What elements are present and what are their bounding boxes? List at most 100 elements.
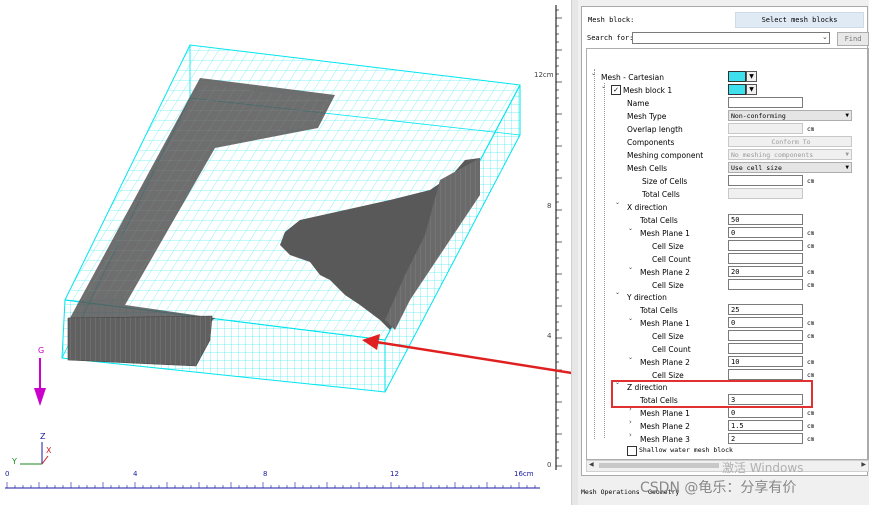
overlap-length-label: Overlap length (627, 125, 683, 134)
triad-z-label: Z (40, 432, 46, 441)
x-direction-label[interactable]: X direction (627, 203, 667, 212)
unit-cm: cm (807, 320, 815, 327)
y-mesh-plane-2-input[interactable]: 10 (728, 356, 803, 367)
y-total-cells-label: Total Cells (640, 306, 678, 315)
shallow-water-label: Shallow water mesh block (639, 446, 733, 454)
y-cell-size-2-input[interactable] (728, 369, 803, 380)
unit-cm: cm (807, 243, 815, 250)
size-of-cells-label: Size of Cells (642, 177, 688, 186)
y-total-cells-input[interactable]: 25 (728, 304, 803, 315)
expand-x-plane2-icon[interactable]: ⌄ (628, 264, 633, 271)
z-mesh-plane-2-input[interactable]: 1.5 (728, 420, 803, 431)
mesh-type-label: Mesh Type (627, 112, 667, 121)
mesh-type-select[interactable]: Non-conforming ▼ (728, 110, 852, 121)
tree-view: ⌄ Mesh - Cartesian ▼ ⌄ ✓ Mesh block 1 ▼ … (586, 48, 869, 460)
right-axis-label-8: 8 (547, 202, 552, 210)
shallow-water-checkbox[interactable] (627, 446, 637, 456)
gravity-label: G (38, 346, 45, 355)
mesh-block-label: Mesh block: (588, 16, 635, 24)
x-cell-count-input[interactable] (728, 253, 803, 264)
expand-y-plane1-icon[interactable]: ⌄ (628, 315, 633, 322)
size-of-cells-input[interactable] (728, 175, 803, 186)
x-cell-size-2-input[interactable] (728, 279, 803, 290)
3d-viewport[interactable]: G Z Y X 12cm 8 4 0 0 4 8 12 16cm (0, 0, 571, 505)
y-cell-size-2-label: Cell Size (652, 371, 684, 380)
scroll-right-icon[interactable]: ▶ (861, 461, 866, 468)
x-cell-size-input[interactable] (728, 240, 803, 251)
unit-cm: cm (807, 410, 815, 417)
unit-cm: cm (807, 359, 815, 366)
block-color-dropdown-icon[interactable]: ▼ (746, 84, 757, 95)
total-cells-label: Total Cells (642, 190, 680, 199)
right-axis-label-0: 0 (547, 461, 552, 469)
search-label: Search for: (587, 34, 634, 42)
mesh-properties-panel: Mesh block: Select mesh blocks Search fo… (578, 0, 869, 505)
expand-x-plane1-icon[interactable]: ⌄ (628, 225, 633, 232)
unit-cm: cm (807, 333, 815, 340)
y-mesh-plane-1-input[interactable]: 0 (728, 317, 803, 328)
components-label: Components (627, 138, 675, 147)
x-mesh-plane-2-input[interactable]: 20 (728, 266, 803, 277)
tree-root-label[interactable]: Mesh - Cartesian (601, 73, 664, 82)
find-button[interactable]: Find (837, 32, 869, 46)
z-mesh-plane-3-label[interactable]: Mesh Plane 3 (640, 435, 690, 444)
x-cell-size-2-label: Cell Size (652, 281, 684, 290)
y-cell-size-input[interactable] (728, 330, 803, 341)
tab-mesh-operations[interactable]: Mesh Operations (581, 488, 640, 496)
y-cell-count-label: Cell Count (652, 345, 691, 354)
scrollbar-thumb[interactable] (599, 463, 719, 468)
collapse-z-plane2-icon[interactable]: › (629, 418, 632, 426)
right-axis-label-4: 4 (547, 332, 552, 340)
scroll-left-icon[interactable]: ◀ (589, 461, 594, 468)
z-mesh-plane-1-label[interactable]: Mesh Plane 1 (640, 409, 690, 418)
unit-cm: cm (807, 178, 815, 185)
x-mesh-plane-2-label[interactable]: Mesh Plane 2 (640, 268, 690, 277)
root-color-swatch[interactable] (728, 71, 746, 82)
watermark-windows: 激活 Windows (722, 461, 804, 475)
expand-y-plane2-icon[interactable]: ⌄ (628, 354, 633, 361)
expand-block-icon[interactable]: ⌄ (601, 83, 606, 90)
meshing-component-select[interactable]: No meshing components ▼ (728, 149, 852, 160)
conform-to-button[interactable]: Conform To (728, 136, 852, 147)
mesh-cells-select[interactable]: Use cell size ▼ (728, 162, 852, 173)
x-total-cells-input[interactable]: 50 (728, 214, 803, 225)
expand-y-icon[interactable]: ⌄ (615, 289, 620, 296)
x-cell-count-label: Cell Count (652, 255, 691, 264)
x-mesh-plane-1-input[interactable]: 0 (728, 227, 803, 238)
root-color-dropdown-icon[interactable]: ▼ (746, 71, 757, 82)
mesh-cells-label: Mesh Cells (627, 164, 668, 173)
unit-cm: cm (807, 269, 815, 276)
x-cell-size-label: Cell Size (652, 242, 684, 251)
search-input[interactable] (632, 32, 830, 44)
name-input[interactable] (728, 97, 803, 108)
panel-content: Mesh block: Select mesh blocks Search fo… (581, 6, 869, 476)
expand-x-icon[interactable]: ⌄ (615, 199, 620, 206)
unit-cm: cm (807, 436, 815, 443)
collapse-z-plane3-icon[interactable]: › (629, 431, 632, 439)
mesh-block-label[interactable]: Mesh block 1 (623, 86, 672, 95)
watermark-csdn: CSDN @龟乐：分享有价 (640, 480, 797, 496)
unit-cm: cm (807, 282, 815, 289)
z-mesh-plane-1-input[interactable]: 0 (728, 407, 803, 418)
y-direction-label[interactable]: Y direction (627, 293, 667, 302)
overlap-length-input[interactable] (728, 123, 803, 134)
block-color-swatch[interactable] (728, 84, 746, 95)
bottom-axis-label-16: 16cm (514, 470, 534, 478)
select-mesh-blocks-button[interactable]: Select mesh blocks (735, 12, 864, 28)
bottom-axis-label-8: 8 (263, 470, 268, 478)
meshing-component-label: Meshing component (627, 151, 704, 160)
total-cells-readout (728, 188, 803, 199)
bottom-axis-label-0: 0 (5, 470, 10, 478)
y-cell-size-label: Cell Size (652, 332, 684, 341)
y-mesh-plane-2-label[interactable]: Mesh Plane 2 (640, 358, 690, 367)
y-mesh-plane-1-label[interactable]: Mesh Plane 1 (640, 319, 690, 328)
z-mesh-plane-3-input[interactable]: 2 (728, 433, 803, 444)
triad-y-label: Y (12, 457, 17, 466)
y-cell-count-input[interactable] (728, 343, 803, 354)
mesh-block-checkbox[interactable]: ✓ (611, 85, 621, 95)
x-mesh-plane-1-label[interactable]: Mesh Plane 1 (640, 229, 690, 238)
expand-root-icon[interactable]: ⌄ (591, 70, 596, 77)
search-chevron-icon[interactable]: ⌄ (822, 33, 828, 41)
right-axis-label-12: 12cm (534, 71, 554, 79)
z-mesh-plane-2-label[interactable]: Mesh Plane 2 (640, 422, 690, 431)
